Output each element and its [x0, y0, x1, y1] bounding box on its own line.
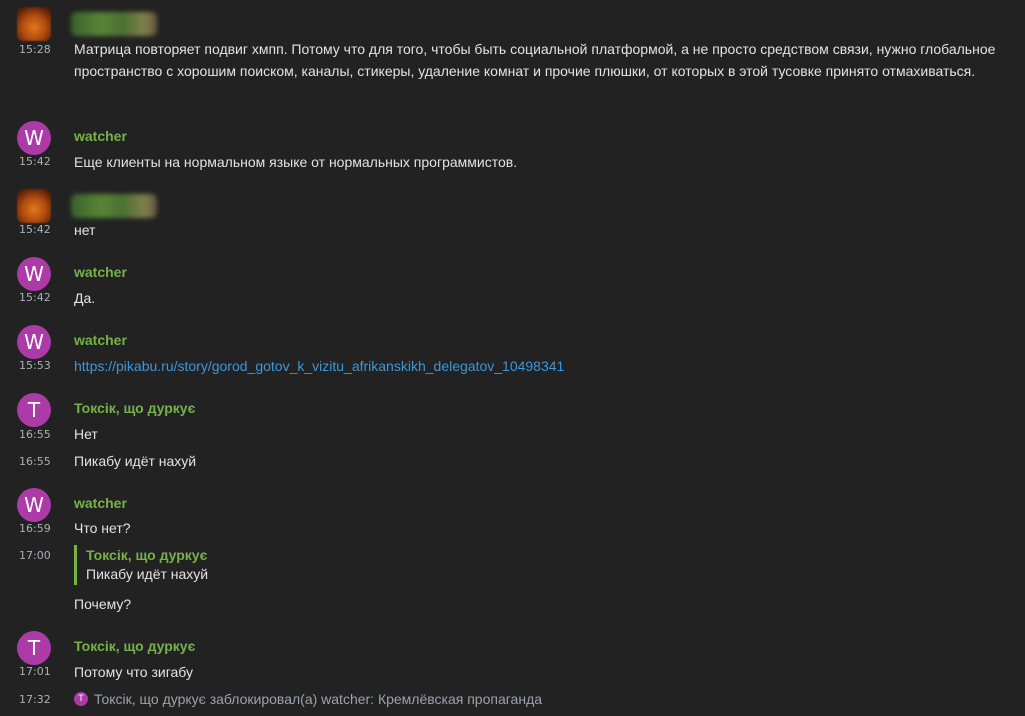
event-text: Токсік, що дуркує заблокировал(а) watche…	[94, 691, 543, 707]
message-timestamp: 15:42	[19, 155, 51, 168]
membership-event: T Токсік, що дуркує заблокировал(а) watc…	[74, 691, 542, 707]
message-timestamp: 15:42	[19, 223, 51, 236]
user-avatar[interactable]: T	[17, 631, 51, 665]
message-timestamp: 16:59	[19, 522, 51, 535]
message-timestamp: 17:01	[19, 665, 51, 678]
event-avatar[interactable]: T	[74, 692, 88, 706]
user-avatar[interactable]: W	[17, 121, 51, 155]
message-body: Потому что зигабу	[74, 664, 194, 680]
sender-name[interactable]: watcher	[74, 332, 127, 348]
message-link[interactable]: https://pikabu.ru/story/gorod_gotov_k_vi…	[74, 358, 564, 374]
message-timestamp: 16:55	[19, 428, 51, 441]
message-body: Нет	[74, 426, 98, 442]
reply-sender-name: Токсік, що дуркує	[86, 547, 208, 563]
sender-name-blurred[interactable]	[71, 194, 157, 218]
sender-name[interactable]: Токсік, що дуркує	[74, 400, 195, 416]
sender-name[interactable]: watcher	[74, 128, 127, 144]
user-avatar[interactable]: T	[17, 393, 51, 427]
user-avatar[interactable]	[17, 7, 51, 41]
user-avatar[interactable]: W	[17, 325, 51, 359]
message-body: Пикабу идёт нахуй	[74, 453, 197, 469]
event-timestamp: 17:32	[19, 693, 51, 706]
message-body: https://pikabu.ru/story/gorod_gotov_k_vi…	[74, 355, 564, 377]
message-timeline: 15:28 Матрица повторяет подвиг хмпп. Пот…	[0, 0, 1025, 716]
message-body: Матрица повторяет подвиг хмпп. Потому чт…	[74, 41, 996, 79]
message-timestamp: 15:28	[19, 43, 51, 56]
message-timestamp: 15:42	[19, 291, 51, 304]
message-timestamp: 16:55	[19, 455, 51, 468]
user-avatar[interactable]	[17, 189, 51, 223]
user-avatar[interactable]: W	[17, 257, 51, 291]
sender-name[interactable]: Токсік, що дуркує	[74, 638, 195, 654]
message-body: Что нет?	[74, 520, 131, 536]
sender-name[interactable]: watcher	[74, 264, 127, 280]
reply-quote[interactable]: Токсік, що дуркує Пикабу идёт нахуй	[74, 545, 208, 585]
message-timestamp: 15:53	[19, 359, 51, 372]
sender-name-blurred[interactable]	[71, 12, 157, 36]
sender-name[interactable]: watcher	[74, 495, 127, 511]
message-body: Еще клиенты на нормальном языке от норма…	[74, 154, 518, 170]
message-timestamp: 17:00	[19, 549, 51, 562]
message-body: нет	[74, 222, 96, 238]
message-body: Да.	[74, 290, 96, 306]
message-body: Почему?	[74, 596, 132, 612]
user-avatar[interactable]: W	[17, 488, 51, 522]
reply-text: Пикабу идёт нахуй	[86, 566, 209, 582]
